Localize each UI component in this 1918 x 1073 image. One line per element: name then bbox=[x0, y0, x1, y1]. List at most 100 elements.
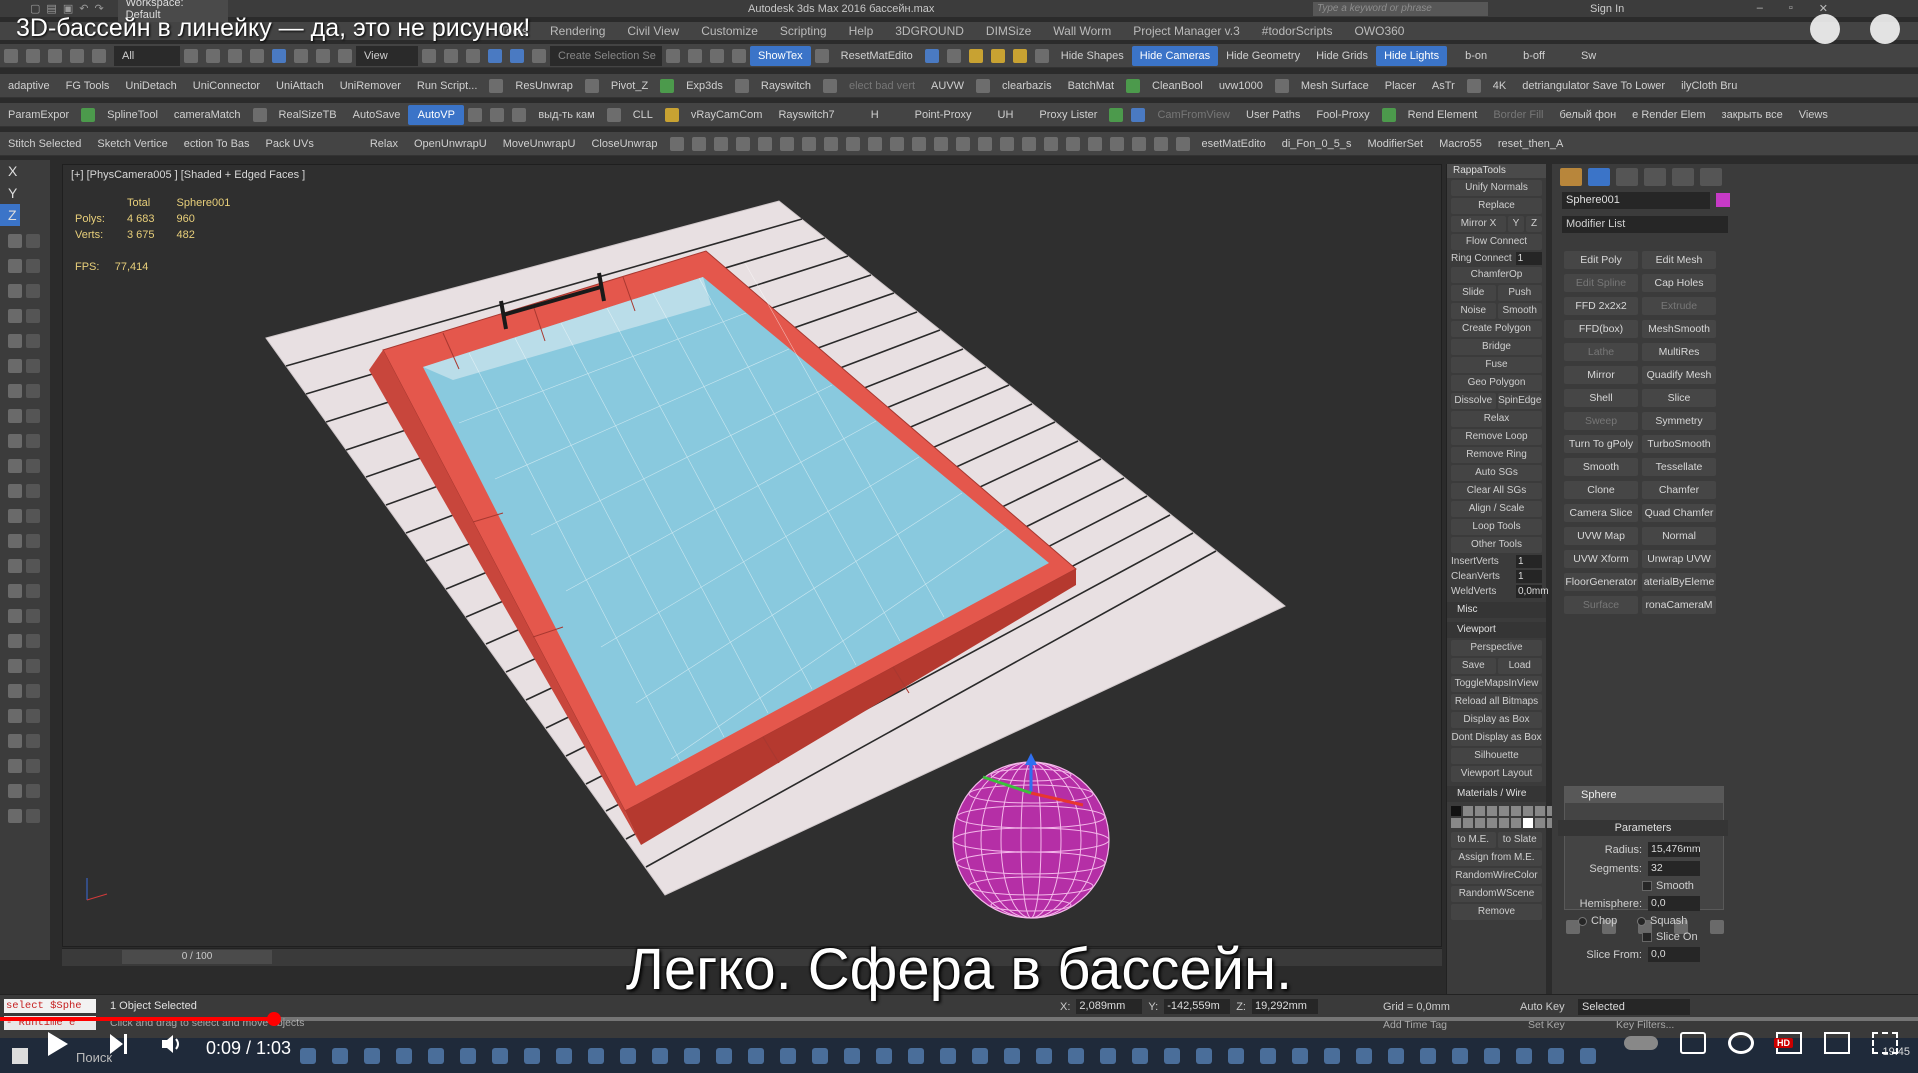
create-polygon-button[interactable]: Create Polygon bbox=[1451, 321, 1542, 337]
relax-button[interactable]: Relax bbox=[1451, 411, 1542, 427]
tool-icon[interactable] bbox=[1043, 136, 1058, 151]
geo-polygon-button[interactable]: Geo Polygon bbox=[1451, 375, 1542, 391]
script-button[interactable]: reset_then_A bbox=[1490, 134, 1571, 154]
select-and-move-icon[interactable] bbox=[272, 48, 286, 63]
tool-icon[interactable] bbox=[8, 359, 22, 373]
autovp-button[interactable]: AutoVP bbox=[408, 104, 465, 125]
unlink-icon[interactable] bbox=[70, 48, 84, 63]
modifier-button[interactable]: Smooth bbox=[1564, 458, 1638, 476]
tool-icon[interactable] bbox=[735, 136, 750, 151]
tool-icon[interactable] bbox=[1021, 136, 1036, 151]
script-button[interactable]: белый фон bbox=[1551, 105, 1624, 125]
layer-explorer-icon[interactable] bbox=[732, 48, 746, 63]
link-icon[interactable] bbox=[48, 48, 62, 63]
bridge-button[interactable]: Bridge bbox=[1451, 339, 1542, 355]
viewport-rollout[interactable]: Viewport bbox=[1447, 622, 1546, 638]
tool-icon[interactable] bbox=[26, 384, 40, 398]
script-button[interactable]: e Render Elem bbox=[1624, 105, 1713, 125]
modifier-button[interactable]: FFD 2x2x2 bbox=[1564, 297, 1638, 315]
rectangular-selection-icon[interactable] bbox=[228, 48, 242, 63]
mirror-y-button[interactable]: Y bbox=[1508, 216, 1524, 232]
auto-sgs-button[interactable]: Auto SGs bbox=[1451, 465, 1542, 481]
modifier-button[interactable]: UVW Map bbox=[1564, 527, 1638, 545]
maximize-icon[interactable]: ▫ bbox=[1789, 2, 1793, 15]
script-button[interactable]: Rend Element bbox=[1400, 105, 1486, 125]
script-icon[interactable] bbox=[489, 78, 504, 93]
settings-icon[interactable] bbox=[1728, 1032, 1754, 1054]
swatch[interactable] bbox=[1487, 806, 1497, 816]
window-crossing-icon[interactable] bbox=[250, 48, 264, 63]
tool-icon[interactable] bbox=[8, 284, 22, 298]
script-button[interactable]: RealSizeTB bbox=[271, 105, 345, 125]
script-button[interactable]: закрыть все bbox=[1714, 105, 1791, 125]
warning-icon[interactable] bbox=[990, 48, 1005, 63]
script-button[interactable]: Run Script... bbox=[409, 76, 486, 96]
script-button[interactable]: Exp3ds bbox=[678, 76, 731, 96]
toggle-maps-in-view-button[interactable]: ToggleMapsInView bbox=[1451, 676, 1542, 692]
script-icon[interactable] bbox=[976, 78, 991, 93]
remove-loop-button[interactable]: Remove Loop bbox=[1451, 429, 1542, 445]
menu-item[interactable]: Project Manager v.3 bbox=[1133, 24, 1240, 38]
materials-wire-rollout[interactable]: Materials / Wire bbox=[1447, 786, 1546, 802]
modifier-button[interactable]: Camera Slice bbox=[1564, 504, 1638, 522]
misc-rollout[interactable]: Misc bbox=[1447, 602, 1546, 618]
silhouette-button[interactable]: Silhouette bbox=[1451, 748, 1542, 764]
script-icon[interactable] bbox=[512, 107, 527, 122]
script-button[interactable]: uvw1000 bbox=[1211, 76, 1271, 96]
dont-display-as-box-button[interactable]: Dont Display as Box bbox=[1451, 730, 1542, 746]
modifier-button[interactable]: Edit Spline bbox=[1564, 274, 1638, 292]
weldverts-label[interactable]: WeldVerts bbox=[1451, 586, 1512, 597]
script-icon[interactable] bbox=[734, 78, 749, 93]
sw-button[interactable]: Sw bbox=[1573, 46, 1604, 66]
tool-icon[interactable] bbox=[26, 359, 40, 373]
script-icon[interactable] bbox=[468, 107, 483, 122]
tool-icon[interactable] bbox=[1109, 136, 1124, 151]
tool-icon[interactable] bbox=[8, 584, 22, 598]
weldverts-spinner[interactable]: 0,0mm bbox=[1516, 585, 1549, 598]
hide-shapes-button[interactable]: Hide Shapes bbox=[1053, 46, 1132, 66]
script-button[interactable]: Placer bbox=[1377, 76, 1424, 96]
redo-icon[interactable] bbox=[26, 48, 40, 63]
render-setup-icon[interactable] bbox=[924, 48, 939, 63]
unify-normals-button[interactable]: Unify Normals bbox=[1451, 180, 1542, 196]
parameters-header[interactable]: Parameters bbox=[1558, 820, 1728, 836]
menu-item[interactable]: Scripting bbox=[780, 24, 827, 38]
script-button[interactable]: ResUnwrap bbox=[507, 76, 580, 96]
modifier-button[interactable]: Shell bbox=[1564, 389, 1638, 407]
tool-icon[interactable] bbox=[889, 136, 904, 151]
swatch[interactable] bbox=[1451, 806, 1461, 816]
tool-icon[interactable] bbox=[8, 684, 22, 698]
script-icon[interactable] bbox=[664, 107, 679, 122]
tool-icon[interactable] bbox=[1131, 136, 1146, 151]
loop-tools-button[interactable]: Loop Tools bbox=[1451, 519, 1542, 535]
mirror-z-button[interactable]: Z bbox=[1526, 216, 1542, 232]
spinedge-button[interactable]: SpinEdge bbox=[1497, 393, 1542, 409]
script-button[interactable]: SplineTool bbox=[99, 105, 166, 125]
assign-from-me-button[interactable]: Assign from M.E. bbox=[1451, 850, 1542, 866]
swatch[interactable] bbox=[1523, 806, 1533, 816]
tool-icon[interactable] bbox=[8, 434, 22, 448]
script-button[interactable]: cameraMatch bbox=[166, 105, 249, 125]
clear-all-sgs-button[interactable]: Clear All SGs bbox=[1451, 483, 1542, 499]
script-button[interactable]: H bbox=[863, 105, 887, 125]
hide-cameras-button[interactable]: Hide Cameras bbox=[1131, 45, 1219, 66]
modifier-button[interactable]: Lathe bbox=[1564, 343, 1638, 361]
ring-connect-button[interactable]: Ring Connect bbox=[1451, 253, 1512, 264]
modifier-button[interactable]: UVW Xform bbox=[1564, 550, 1638, 568]
script-button[interactable]: AUVW bbox=[923, 76, 972, 96]
menu-item[interactable]: Help bbox=[849, 24, 874, 38]
tool-icon[interactable] bbox=[1153, 136, 1168, 151]
select-object-icon[interactable] bbox=[184, 48, 198, 63]
resetmateditor-button[interactable]: ResetMatEdito bbox=[833, 46, 921, 66]
tool-icon[interactable] bbox=[8, 759, 22, 773]
script-button[interactable]: detriangulator Save To Lower bbox=[1514, 76, 1673, 96]
select-manipulate-icon[interactable] bbox=[444, 48, 458, 63]
tool-icon[interactable] bbox=[845, 136, 860, 151]
flow-connect-button[interactable]: Flow Connect bbox=[1451, 234, 1542, 250]
hide-geometry-button[interactable]: Hide Geometry bbox=[1218, 46, 1308, 66]
mirror-x-button[interactable]: Mirror X bbox=[1451, 216, 1506, 232]
script-button[interactable]: CLL bbox=[625, 105, 661, 125]
modifier-button[interactable]: Normal bbox=[1642, 527, 1716, 545]
tool-icon[interactable] bbox=[757, 136, 772, 151]
modifier-button[interactable]: Surface bbox=[1564, 596, 1638, 614]
